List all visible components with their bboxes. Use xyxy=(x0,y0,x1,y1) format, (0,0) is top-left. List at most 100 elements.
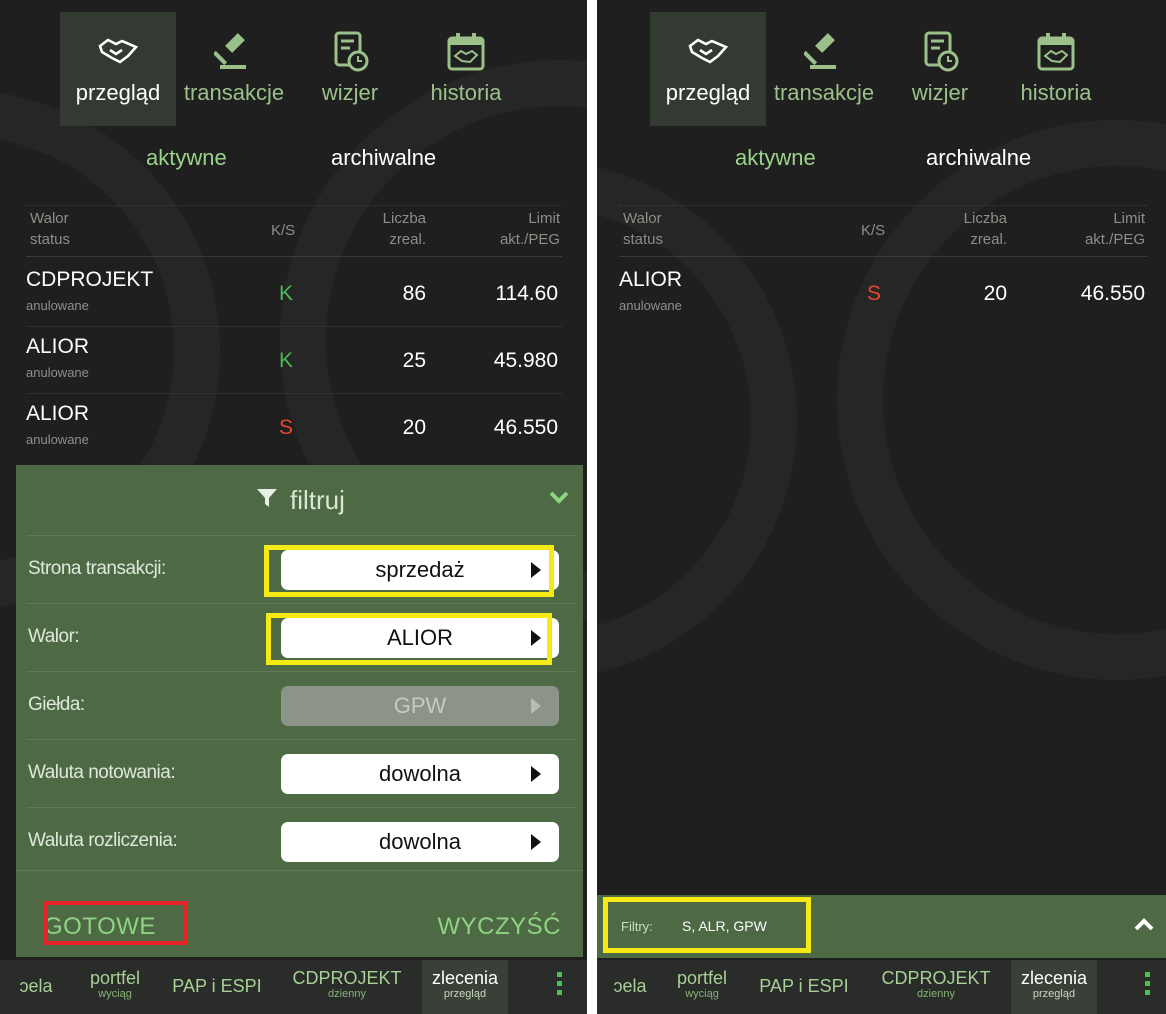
tab-label: transakcje xyxy=(773,80,875,105)
order-walor: CDPROJEKT xyxy=(26,268,154,291)
filter-row-gielda: Giełda: GPW xyxy=(26,671,576,739)
side-select[interactable]: sprzedaż xyxy=(281,550,559,590)
segment-aktywne[interactable]: aktywne xyxy=(146,145,227,171)
filter-label: Strona transakcji: xyxy=(28,558,166,579)
tab-historia[interactable]: historia xyxy=(408,12,524,126)
tab-przeglad[interactable]: przegląd xyxy=(60,12,176,126)
nav-label: ɔela xyxy=(613,976,647,996)
segment-aktywne[interactable]: aktywne xyxy=(735,145,816,171)
order-limit: 114.60 xyxy=(495,282,558,305)
chevron-down-icon[interactable] xyxy=(549,491,569,510)
nav-item-zlecenia[interactable]: zlecenia przegląd xyxy=(1011,960,1097,1014)
filter-label: Waluta rozliczenia: xyxy=(28,830,178,851)
tab-label: historia xyxy=(430,80,502,105)
filter-row-waluta-rozliczenia: Waluta rozliczenia: dowolna xyxy=(26,807,576,875)
tab-transakcje[interactable]: transakcje xyxy=(766,12,882,126)
arrow-right-icon xyxy=(531,562,541,578)
gavel-icon xyxy=(214,28,254,76)
tab-wizjer[interactable]: wizjer xyxy=(882,12,998,126)
clock-document-icon xyxy=(920,28,960,76)
orders-table-header: Walor status K/S Liczba Limit zreal. akt… xyxy=(619,205,1147,257)
order-row[interactable]: ALIOR anulowane S 20 46.550 xyxy=(26,396,562,461)
nav-label: portfel xyxy=(89,968,141,988)
order-quantity: 25 xyxy=(402,349,426,372)
filter-label: Walor: xyxy=(28,626,80,647)
select-value: dowolna xyxy=(379,761,461,786)
tab-wizjer[interactable]: wizjer xyxy=(292,12,408,126)
tab-label: wizjer xyxy=(911,80,969,105)
order-row[interactable]: ALIOR anulowane S 20 46.550 xyxy=(619,262,1147,327)
status-segmented-control: aktywne archiwalne xyxy=(0,145,587,185)
done-button[interactable]: GOTOWE xyxy=(44,913,156,941)
calendar-handshake-icon xyxy=(446,28,486,76)
more-menu-icon[interactable] xyxy=(557,972,563,999)
clock-document-icon xyxy=(330,28,370,76)
tab-label: historia xyxy=(1020,80,1092,105)
nav-item-pap-espi[interactable]: PAP i ESPI xyxy=(158,960,276,1014)
clear-button[interactable]: WYCZYŚĆ xyxy=(438,913,562,941)
order-limit: 46.550 xyxy=(493,416,558,439)
nav-label: CDPROJEKT xyxy=(881,968,991,988)
nav-item-tabela[interactable]: ɔela xyxy=(0,960,72,1014)
order-limit: 46.550 xyxy=(1080,282,1145,305)
select-value: dowolna xyxy=(379,829,461,854)
header-akt-peg: akt./PEG xyxy=(1084,231,1145,248)
quote-currency-select[interactable]: dowolna xyxy=(281,754,559,794)
nav-label: PAP i ESPI xyxy=(172,976,262,996)
settlement-currency-select[interactable]: dowolna xyxy=(281,822,559,862)
nav-item-pap-espi[interactable]: PAP i ESPI xyxy=(745,960,863,1014)
segment-archiwalne[interactable]: archiwalne xyxy=(331,145,436,171)
order-walor: ALIOR xyxy=(26,335,90,358)
header-zreal: zreal. xyxy=(389,231,426,248)
header-walor: Walor xyxy=(623,210,662,227)
header-walor: Walor xyxy=(30,210,69,227)
header-zreal: zreal. xyxy=(970,231,1007,248)
order-side: K xyxy=(279,282,294,305)
tab-transakcje[interactable]: transakcje xyxy=(176,12,292,126)
tab-przeglad[interactable]: przegląd xyxy=(650,12,766,126)
nav-item-portfel[interactable]: portfel wyciąg xyxy=(667,960,737,1014)
arrow-right-icon xyxy=(531,766,541,782)
order-quantity: 20 xyxy=(983,282,1007,305)
bottom-navigation: ɔela portfel wyciąg PAP i ESPI CDPROJEKT d… xyxy=(0,960,587,1014)
nav-label: zlecenia xyxy=(1020,968,1088,988)
nav-item-cdprojekt[interactable]: CDPROJEKT dzienny xyxy=(869,960,1003,1014)
tab-historia[interactable]: historia xyxy=(998,12,1114,126)
nav-item-cdprojekt[interactable]: CDPROJEKT dzienny xyxy=(280,960,414,1014)
header-limit: Limit xyxy=(528,210,560,227)
header-status: status xyxy=(623,231,664,248)
nav-item-tabela[interactable]: ɔela xyxy=(597,960,663,1014)
tab-label: transakcje xyxy=(183,80,285,105)
filter-row-waluta-notowania: Waluta notowania: dowolna xyxy=(26,739,576,807)
gavel-icon xyxy=(804,28,844,76)
order-quantity: 86 xyxy=(402,282,426,305)
active-filters-bar[interactable]: Filtry: S, ALR, GPW xyxy=(597,895,1166,958)
nav-sublabel: wyciąg xyxy=(98,988,132,1000)
nav-label: CDPROJEKT xyxy=(292,968,402,988)
order-row[interactable]: CDPROJEKT anulowane K 86 114.60 xyxy=(26,262,562,327)
nav-item-portfel[interactable]: portfel wyciąg xyxy=(80,960,150,1014)
left-screen: przegląd transakcje wizjer historia akty… xyxy=(0,0,587,1014)
segment-archiwalne[interactable]: archiwalne xyxy=(926,145,1031,171)
nav-item-zlecenia[interactable]: zlecenia przegląd xyxy=(422,960,508,1014)
select-value: GPW xyxy=(393,693,447,718)
order-side: S xyxy=(279,416,294,439)
more-menu-icon[interactable] xyxy=(1145,972,1151,999)
filter-label: Waluta notowania: xyxy=(28,762,176,783)
nav-label: zlecenia xyxy=(431,968,499,988)
header-ks: K/S xyxy=(861,222,886,239)
chevron-up-icon[interactable] xyxy=(1134,917,1154,936)
main-tabbar: przegląd transakcje wizjer historia xyxy=(60,12,524,126)
calendar-handshake-icon xyxy=(1036,28,1076,76)
order-row[interactable]: ALIOR anulowane K 25 45.980 xyxy=(26,329,562,394)
header-ks: K/S xyxy=(271,222,296,239)
order-limit: 45.980 xyxy=(493,349,558,372)
filter-header[interactable]: filtruj xyxy=(16,465,583,535)
instrument-select[interactable]: ALIOR xyxy=(281,618,559,658)
arrow-right-icon xyxy=(531,698,541,714)
header-akt-peg: akt./PEG xyxy=(499,231,560,248)
header-liczba: Liczba xyxy=(382,210,426,227)
order-status: anulowane xyxy=(26,432,89,447)
funnel-icon xyxy=(256,485,278,516)
order-quantity: 20 xyxy=(402,416,426,439)
